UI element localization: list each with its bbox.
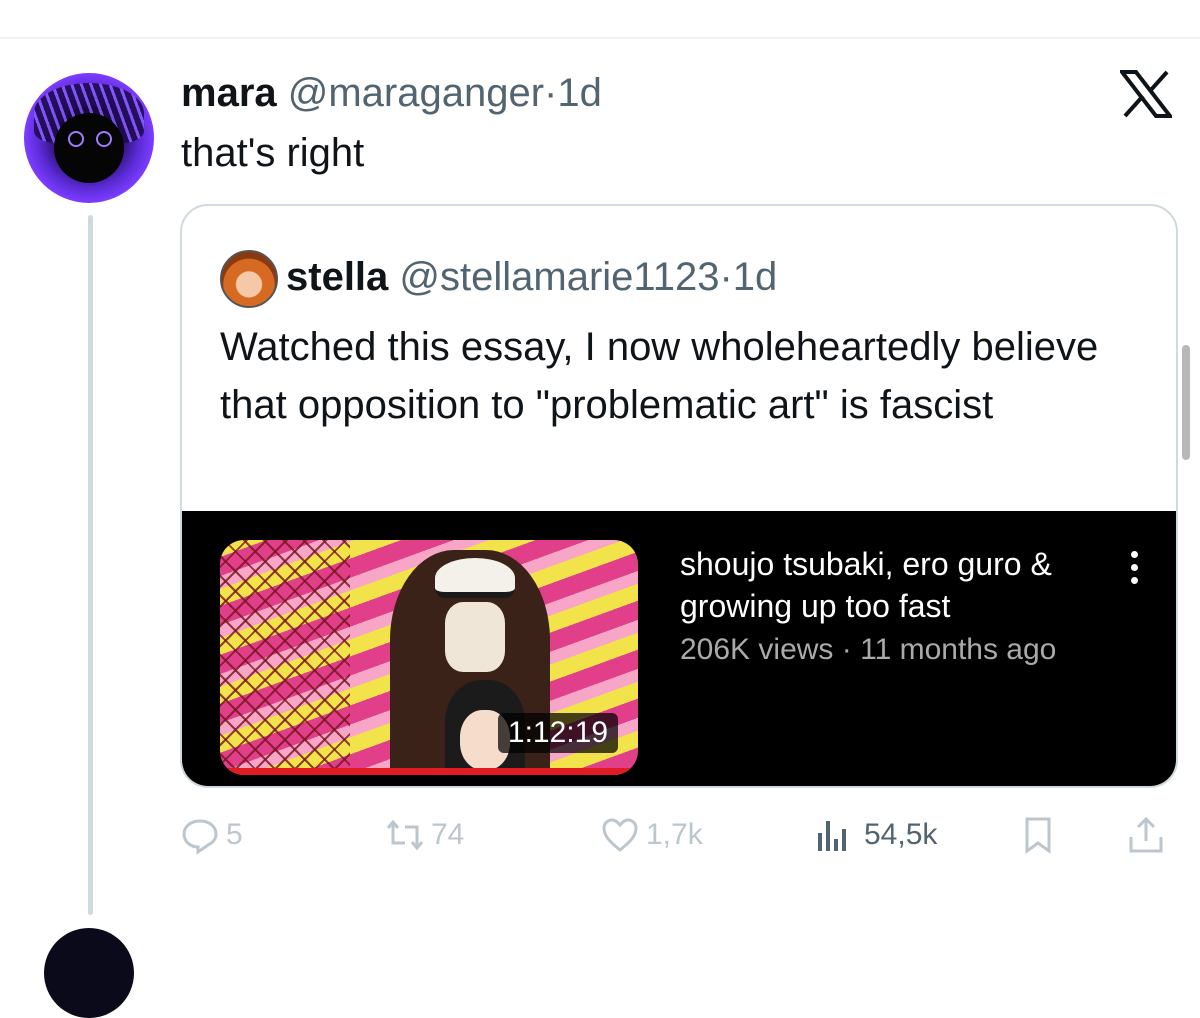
quoted-author-name[interactable]: stella <box>286 255 388 299</box>
more-vertical-icon[interactable] <box>1128 551 1140 591</box>
tweet-header: mara @maraganger·1d <box>181 68 602 118</box>
avatar-eye-left <box>68 131 84 147</box>
tweet-time[interactable]: 1d <box>557 71 602 115</box>
avatar-face <box>54 113 124 183</box>
like-count: 1,7k <box>646 818 703 851</box>
time-separator: · <box>544 71 558 115</box>
author-handle[interactable]: @maraganger <box>288 71 544 115</box>
repost-icon <box>386 819 424 851</box>
repost-button[interactable]: 74 <box>385 813 464 857</box>
repost-count: 74 <box>431 818 465 851</box>
reply-count: 5 <box>226 818 243 851</box>
video-title[interactable]: shoujo tsubaki, ero guro & growing up to… <box>680 543 1100 627</box>
reply-button[interactable]: 5 <box>180 813 243 857</box>
like-button[interactable]: 1,7k <box>600 813 703 857</box>
quoted-tweet-text: Watched this essay, I now wholeheartedly… <box>220 325 1099 427</box>
next-tweet-avatar[interactable] <box>44 928 134 1018</box>
views-icon <box>818 821 846 851</box>
video-age: 11 months ago <box>860 633 1057 666</box>
share-button[interactable] <box>1126 813 1172 857</box>
scrollbar[interactable] <box>1182 345 1190 460</box>
bookmark-button[interactable] <box>1018 813 1064 857</box>
video-meta: 206K views · 11 months ago <box>680 630 1056 670</box>
quoted-tweet-header: stella @stellamarie1123·1d <box>286 252 777 302</box>
video-meta-separator: · <box>841 633 852 666</box>
thumbnail-mask <box>445 602 505 672</box>
thumbnail-tower <box>220 540 350 775</box>
video-progress-bar <box>220 768 638 775</box>
share-icon <box>1129 816 1163 853</box>
views-button[interactable]: 54,5k <box>812 813 937 857</box>
action-bar: 5 74 1,7k 54,5k <box>180 805 1174 865</box>
video-thumbnail[interactable]: 1:12:19 <box>220 540 638 775</box>
top-divider <box>0 37 1200 39</box>
reply-icon <box>182 819 218 855</box>
video-card[interactable]: 1:12:19 shoujo tsubaki, ero guro & growi… <box>182 511 1176 786</box>
thread-line <box>88 215 93 915</box>
video-views: 206K views <box>680 633 834 666</box>
author-name[interactable]: mara <box>181 71 277 115</box>
x-logo-icon[interactable] <box>1120 70 1172 118</box>
video-duration: 1:12:19 <box>497 713 618 753</box>
quoted-time-separator: · <box>719 255 733 299</box>
avatar-eye-right <box>96 131 112 147</box>
bookmark-icon <box>1025 817 1051 854</box>
like-icon <box>602 818 638 852</box>
tweet-text: that's right <box>181 131 365 175</box>
quoted-tweet-time[interactable]: 1d <box>733 255 778 299</box>
views-count: 54,5k <box>864 818 938 851</box>
quoted-author-avatar[interactable] <box>220 250 278 308</box>
quoted-author-handle[interactable]: @stellamarie1123 <box>399 255 719 299</box>
quoted-tweet-card[interactable]: stella @stellamarie1123·1d Watched this … <box>180 204 1178 788</box>
thumbnail-cap <box>435 558 515 598</box>
author-avatar[interactable] <box>24 73 154 203</box>
